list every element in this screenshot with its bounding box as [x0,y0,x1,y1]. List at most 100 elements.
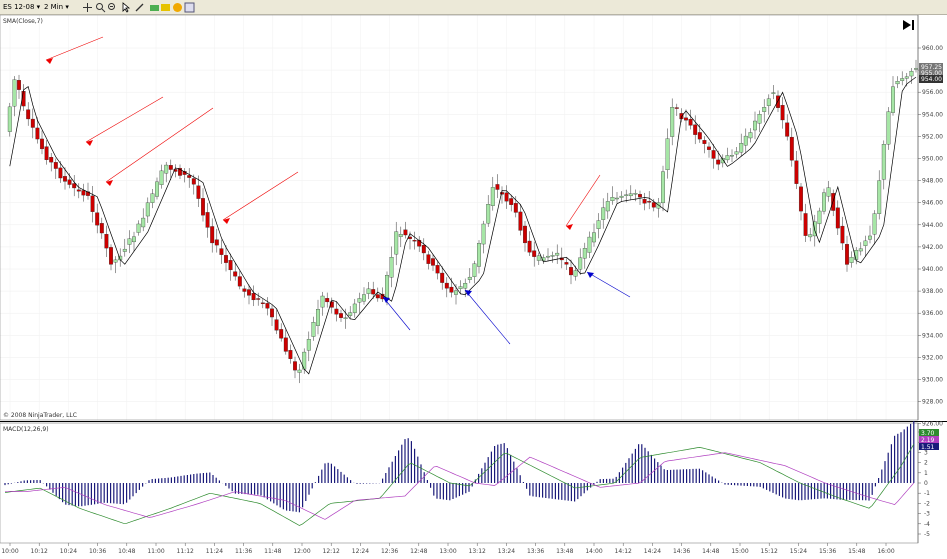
time-tick-label: 15:00 [731,548,748,555]
candle-body [454,290,458,295]
candle-body [348,312,353,316]
instrument-dropdown-icon: ▾ [36,3,41,11]
chart-area[interactable]: 960.00958.00956.00954.00952.00950.00948.… [0,15,947,559]
price-tick-label: 928.00 [922,399,943,406]
time-tick-label: 15:48 [848,548,865,555]
candle-body [394,231,399,255]
price-tick-label: 936.00 [922,310,943,317]
candle-body [500,192,504,195]
candle-body [486,204,491,224]
candle-body [481,223,486,245]
candle-body [688,118,693,126]
candle-body [311,322,316,337]
candle-body [509,198,514,205]
strategy-icon[interactable] [160,2,171,13]
candle-body [270,308,274,318]
candle-body [582,248,587,259]
candle-body [72,183,77,189]
candle-body [444,282,449,289]
candle-body [808,234,813,238]
time-tick-label: 10:36 [89,548,106,555]
candle-body [628,193,633,197]
properties-icon[interactable] [172,2,183,13]
candle-body [164,164,169,174]
price-tick-label: 954.00 [922,111,943,118]
candle-body [826,187,831,197]
candle-body [297,369,302,373]
time-tick-label: 15:36 [819,548,836,555]
candle-body [196,185,201,199]
candle-body [408,236,412,239]
candle-body [757,114,762,124]
candle-body [260,302,265,304]
candle-body [132,236,136,243]
price-tick-label: 934.00 [922,332,943,339]
candle-body [771,92,776,94]
candle-body [366,288,371,294]
candle-body [835,207,840,229]
candle-body [702,140,707,144]
candle-body [674,107,679,109]
time-tick-label: 11:00 [147,548,164,555]
candle-body [605,201,610,212]
candle-body [711,150,716,159]
candle-body [872,213,877,235]
time-tick-label: 16:00 [877,548,894,555]
candle-body [665,138,670,171]
data-box-icon[interactable] [184,2,195,13]
crosshair-icon[interactable] [82,2,93,13]
instrument-selector[interactable]: ES 12-08 ▾ [3,2,40,13]
candle-body [113,259,118,263]
time-tick-label: 13:00 [439,548,456,555]
candle-body [638,194,642,198]
candle-body [44,146,49,160]
candle-body [463,283,468,289]
candle-body [573,270,578,277]
candle-body [17,80,21,90]
time-tick-label: 15:12 [761,548,778,555]
candle-body [536,255,541,261]
candle-body [320,295,325,308]
candle-body [325,298,330,303]
candle-body [99,223,104,234]
candle-body [168,165,173,170]
zoom-in-icon[interactable] [95,2,106,13]
candle-body [385,275,389,300]
draw-pen-icon[interactable] [134,2,145,13]
price-tick-label: 950.00 [922,156,943,163]
macd-tick-label: -1 [924,490,930,497]
cursor-icon[interactable] [121,2,132,13]
zoom-out-icon[interactable] [107,2,118,13]
candle-body [362,294,366,302]
price-badge-label: 954.00 [921,76,942,83]
candle-body [817,210,822,224]
candle-body [831,193,836,211]
time-tick-label: 11:48 [264,548,281,555]
candle-body [895,81,900,85]
candle-body [647,201,652,203]
chart-toolbar: ES 12-08 ▾ 2 Min ▾ [0,0,947,15]
candle-body [587,236,592,253]
copyright-label: © 2008 NinjaTrader, LLC [3,412,77,419]
candle-body [40,138,44,150]
time-tick-label: 14:00 [585,548,602,555]
macd-badge-label: 3.70 [921,430,935,437]
candle-body [122,248,127,252]
candle-body [293,361,297,371]
candle-body [762,107,767,112]
candle-body [53,162,58,169]
time-tick-label: 15:24 [790,548,807,555]
candle-body [7,106,12,132]
candle-body [26,109,31,120]
candle-body [334,308,339,315]
time-tick-label: 14:12 [615,548,632,555]
candle-body [288,350,293,359]
candle-body [256,298,261,300]
candle-body [191,178,196,185]
candle-body [403,229,408,236]
draw-tools-icon[interactable] [149,2,160,13]
interval-selector[interactable]: 2 Min ▾ [44,2,69,13]
candle-body [375,294,380,299]
price-badges: 957.25955.00954.00 [919,63,943,83]
candle-body [214,239,219,246]
